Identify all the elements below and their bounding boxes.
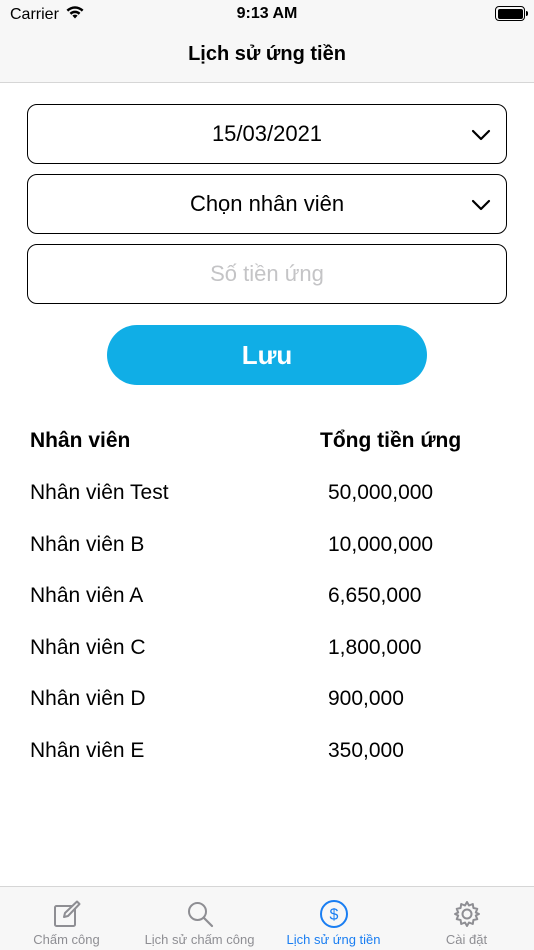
svg-text:$: $ — [329, 907, 338, 924]
amount-input[interactable] — [28, 245, 506, 303]
employee-name: Nhân viên A — [30, 584, 144, 607]
date-picker[interactable]: 15/03/2021 — [27, 104, 507, 164]
tab-label: Chấm công — [33, 932, 100, 947]
employee-select[interactable]: Chọn nhân viên — [27, 174, 507, 234]
advance-amount: 10,000,000 — [328, 533, 434, 556]
status-bar: Carrier 9:13 AM — [0, 0, 534, 30]
tab-bar: Chấm công Lịch sử chấm công $ Lịch sử ứn… — [0, 886, 534, 950]
save-button[interactable]: Lưu — [107, 325, 427, 385]
table-row: Nhân viên D 900,000 — [0, 687, 534, 727]
tab-label: Lịch sử ứng tiền — [286, 932, 381, 947]
page-title: Lịch sử ứng tiền — [188, 43, 346, 65]
table-row: Nhân viên B 10,000,000 — [0, 533, 534, 573]
tab-label: Cài đặt — [445, 932, 488, 947]
column-header-total: Tổng tiền ứng — [320, 429, 462, 452]
chevron-down-icon — [470, 124, 492, 152]
tab-label: Lịch sử chấm công — [144, 932, 255, 947]
employee-name: Nhân viên D — [30, 687, 146, 710]
date-value: 15/03/2021 — [211, 121, 323, 146]
battery-icon — [495, 6, 528, 21]
table-row: Nhân viên C 1,800,000 — [0, 636, 534, 676]
advance-amount: 350,000 — [328, 739, 404, 762]
tab-cai-dat[interactable]: Cài đặt — [400, 887, 533, 950]
table-row: Nhân viên E 350,000 — [0, 739, 534, 779]
column-header-employee: Nhân viên — [30, 429, 131, 452]
employee-select-value: Chọn nhân viên — [189, 191, 345, 216]
employee-name: Nhân viên C — [30, 636, 146, 659]
amount-field-container — [27, 244, 507, 304]
chevron-down-icon — [470, 194, 492, 222]
table-row: Nhân viên A 6,650,000 — [0, 584, 534, 624]
advance-amount: 1,800,000 — [328, 636, 422, 659]
tab-lich-su-ung-tien[interactable]: $ Lịch sử ứng tiền — [267, 887, 400, 950]
employee-name: Nhân viên E — [30, 739, 145, 762]
nav-bar: Lịch sử ứng tiền — [0, 30, 534, 83]
advance-amount: 6,650,000 — [328, 584, 422, 607]
advance-amount: 900,000 — [328, 687, 404, 710]
employee-name: Nhân viên B — [30, 533, 145, 556]
compose-icon — [53, 899, 81, 929]
dollar-circle-icon: $ — [319, 899, 349, 929]
status-time: 9:13 AM — [236, 5, 298, 22]
tab-lich-su-cham-cong[interactable]: Lịch sử chấm công — [133, 887, 266, 950]
search-icon — [186, 899, 214, 929]
advance-amount: 50,000,000 — [328, 481, 434, 504]
employee-name: Nhân viên Test — [30, 481, 169, 504]
gear-icon — [452, 899, 482, 929]
table-row: Nhân viên Test 50,000,000 — [0, 481, 534, 521]
tab-cham-cong[interactable]: Chấm công — [0, 887, 133, 950]
